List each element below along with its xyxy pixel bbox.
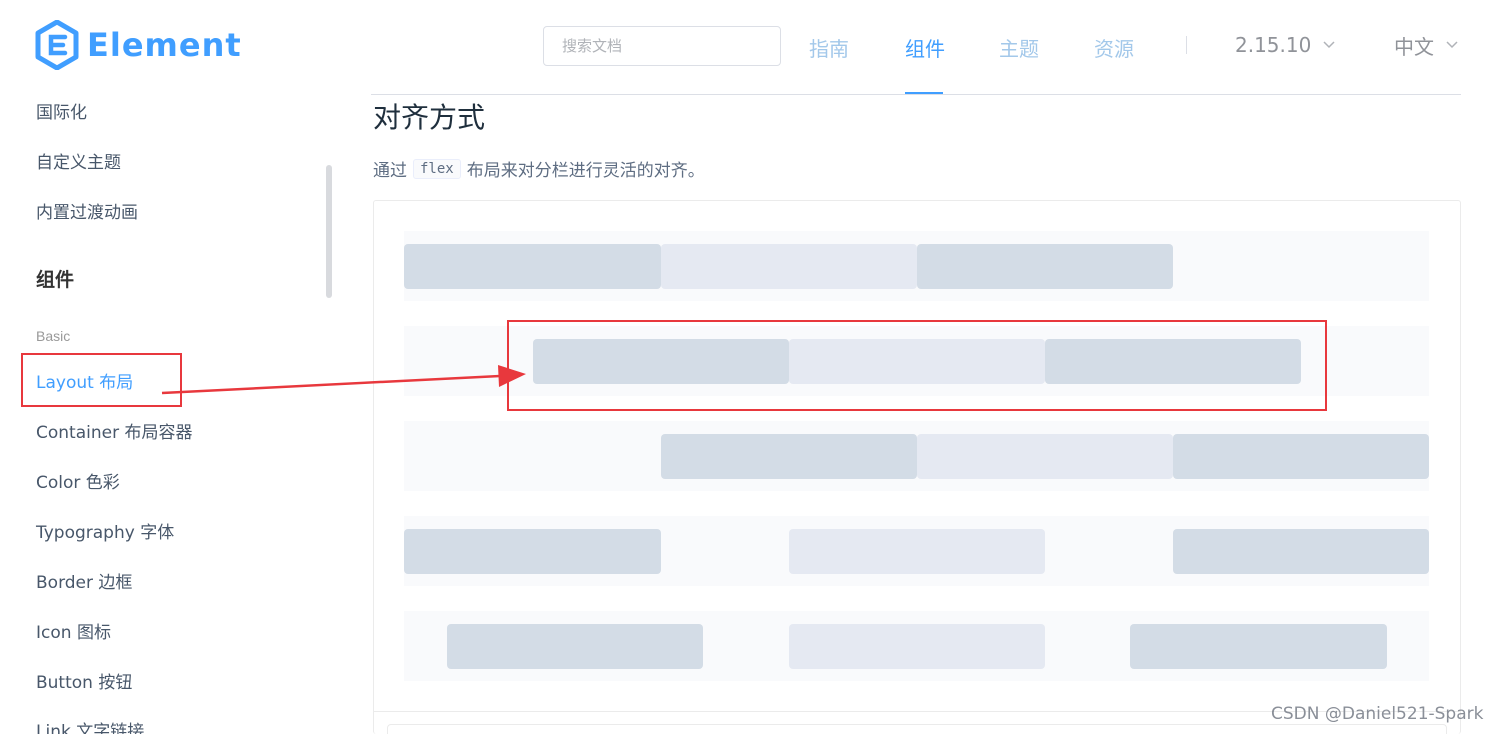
nav-resource[interactable]: 资源: [1094, 0, 1134, 95]
section-title: 对齐方式: [373, 101, 486, 134]
nav-component[interactable]: 组件: [905, 0, 945, 95]
desc-text-before: 通过: [373, 161, 407, 181]
chevron-down-icon: [1323, 41, 1335, 49]
nav-guide[interactable]: 指南: [809, 0, 849, 95]
demo-row-start: [404, 231, 1429, 301]
element-logo[interactable]: Element: [35, 20, 242, 70]
version-label: 2.15.10: [1235, 33, 1312, 57]
grid-col: [1173, 529, 1429, 574]
sidebar-item-border[interactable]: Border 边框: [36, 568, 132, 593]
demo-row-end: [404, 421, 1429, 491]
language-label: 中文: [1394, 34, 1434, 59]
sidebar-category: Basic: [36, 328, 71, 344]
sidebar-item-link[interactable]: Link 文字链接: [36, 717, 144, 734]
section-description: 通过 flex 布局来对分栏进行灵活的对齐。: [373, 156, 705, 181]
grid-col: [661, 244, 917, 289]
element-logo-icon: [35, 20, 79, 70]
sidebar-item-custom-theme[interactable]: 自定义主题: [36, 148, 121, 173]
watermark: CSDN @Daniel521-Spark: [1271, 704, 1484, 724]
sidebar-scrollbar[interactable]: [326, 165, 332, 298]
sidebar-group-title: 组件: [36, 269, 75, 291]
demo-row-space-between: [404, 516, 1429, 586]
desc-text-after: 布局来对分栏进行灵活的对齐。: [466, 161, 705, 181]
desc-code: flex: [413, 158, 461, 179]
grid-col: [917, 244, 1173, 289]
logo-text: Element: [87, 26, 242, 64]
grid-col: [447, 624, 703, 669]
grid-col: [404, 244, 661, 289]
sidebar: 国际化 自定义主题 内置过渡动画 组件 Basic Layout 布局 Cont…: [0, 95, 340, 734]
grid-col: [1173, 434, 1429, 479]
grid-col: [1130, 624, 1387, 669]
sidebar-item-container[interactable]: Container 布局容器: [36, 418, 192, 443]
nav-theme[interactable]: 主题: [999, 0, 1039, 95]
sidebar-item-color[interactable]: Color 色彩: [36, 468, 120, 493]
demo-code-block[interactable]: [387, 724, 1447, 734]
header-divider: [371, 94, 1461, 95]
annotation-box-sidebar: [21, 353, 182, 407]
sidebar-item-button[interactable]: Button 按钮: [36, 668, 132, 693]
top-header: Element 指南 组件 主题 资源 2.15.10 中文: [0, 0, 1506, 95]
language-dropdown[interactable]: 中文: [1394, 0, 1458, 90]
sidebar-item-transition[interactable]: 内置过渡动画: [36, 198, 138, 223]
grid-col: [404, 529, 661, 574]
grid-col: [789, 529, 1045, 574]
sidebar-item-typography[interactable]: Typography 字体: [36, 518, 174, 543]
grid-col: [661, 434, 917, 479]
chevron-down-icon: [1446, 41, 1458, 49]
search-input[interactable]: [543, 26, 781, 66]
annotation-box-row: [507, 320, 1327, 411]
version-dropdown[interactable]: 2.15.10: [1235, 0, 1335, 90]
sidebar-item-i18n[interactable]: 国际化: [36, 98, 87, 123]
grid-col: [789, 624, 1045, 669]
grid-col: [917, 434, 1173, 479]
sidebar-item-icon[interactable]: Icon 图标: [36, 618, 111, 643]
demo-row-space-around: [404, 611, 1429, 681]
nav-divider: [1186, 36, 1187, 54]
